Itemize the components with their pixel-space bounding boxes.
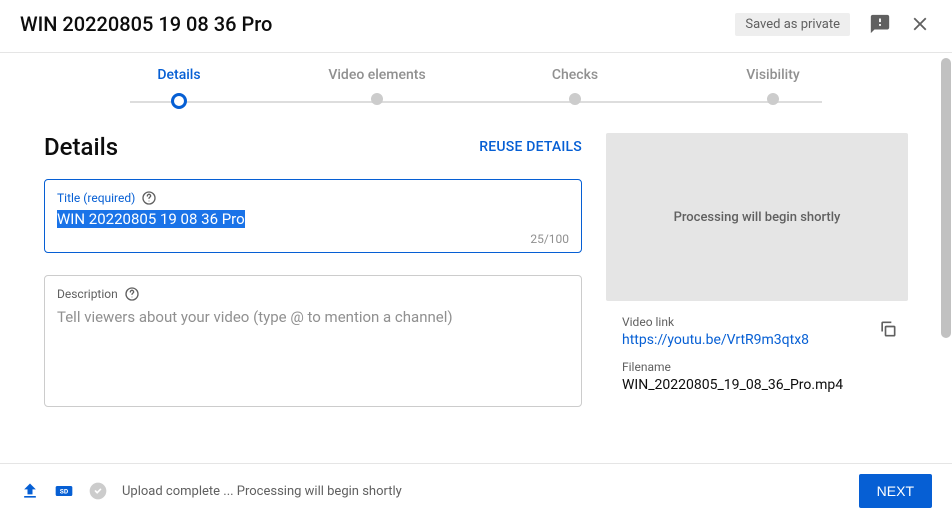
upload-status-text: Upload complete ... Processing will begi…	[122, 484, 859, 499]
video-link-label: Video link	[622, 315, 892, 329]
step-details[interactable]: Details	[80, 67, 278, 109]
step-dot-icon	[371, 93, 383, 105]
filename-row: Filename WIN_20220805_19_08_36_Pro.mp4	[606, 358, 908, 403]
section-header: Details REUSE DETAILS	[44, 133, 582, 161]
step-dot-icon	[569, 93, 581, 105]
preview-column: Processing will begin shortly Video link…	[606, 133, 908, 449]
dialog-header: WIN 20220805 19 08 36 Pro Saved as priva…	[0, 0, 952, 53]
filename-label: Filename	[622, 360, 892, 374]
scrollbar[interactable]	[940, 58, 952, 466]
title-label: Title (required)	[57, 191, 135, 205]
dialog-title: WIN 20220805 19 08 36 Pro	[20, 12, 735, 36]
title-field[interactable]: Title (required) WIN 20220805 19 08 36 P…	[44, 179, 582, 253]
video-preview: Processing will begin shortly	[606, 133, 908, 301]
step-label: Checks	[476, 67, 674, 83]
filename-value: WIN_20220805_19_08_36_Pro.mp4	[622, 377, 892, 393]
step-dot-icon	[767, 93, 779, 105]
field-label-row: Title (required)	[57, 190, 569, 206]
title-counter: 25/100	[57, 232, 569, 246]
help-icon[interactable]	[141, 190, 157, 206]
hd-icon[interactable]: SD	[54, 481, 74, 501]
check-icon	[88, 481, 108, 501]
content-area: Details REUSE DETAILS Title (required) W…	[0, 109, 952, 449]
stepper: Details Video elements Checks Visibility	[0, 53, 952, 109]
copy-icon[interactable]	[878, 319, 898, 339]
step-video-elements[interactable]: Video elements	[278, 67, 476, 109]
upload-icon[interactable]	[20, 481, 40, 501]
section-title: Details	[44, 133, 479, 161]
video-link-row: Video link https://youtu.be/VrtR9m3qtx8	[606, 313, 908, 358]
step-visibility[interactable]: Visibility	[674, 67, 872, 109]
reuse-details-button[interactable]: REUSE DETAILS	[479, 139, 582, 155]
scrollbar-thumb[interactable]	[941, 58, 951, 338]
title-input-value[interactable]: WIN 20220805 19 08 36 Pro	[57, 210, 245, 228]
step-dot-icon	[171, 93, 187, 109]
video-link[interactable]: https://youtu.be/VrtR9m3qtx8	[622, 332, 892, 348]
processing-text: Processing will begin shortly	[674, 210, 841, 225]
next-button[interactable]: NEXT	[859, 474, 932, 508]
help-icon[interactable]	[124, 286, 140, 302]
saved-status-badge: Saved as private	[735, 13, 850, 36]
footer: SD Upload complete ... Processing will b…	[0, 463, 952, 518]
field-label-row: Description	[57, 286, 569, 302]
details-column: Details REUSE DETAILS Title (required) W…	[44, 133, 582, 449]
feedback-icon[interactable]	[868, 12, 892, 36]
description-field[interactable]: Description Tell viewers about your vide…	[44, 275, 582, 407]
step-label: Visibility	[674, 67, 872, 83]
step-label: Details	[80, 67, 278, 83]
description-label: Description	[57, 287, 118, 301]
close-icon[interactable]	[908, 12, 932, 36]
step-checks[interactable]: Checks	[476, 67, 674, 109]
step-label: Video elements	[278, 67, 476, 83]
svg-text:SD: SD	[60, 488, 69, 496]
description-placeholder: Tell viewers about your video (type @ to…	[57, 308, 569, 326]
